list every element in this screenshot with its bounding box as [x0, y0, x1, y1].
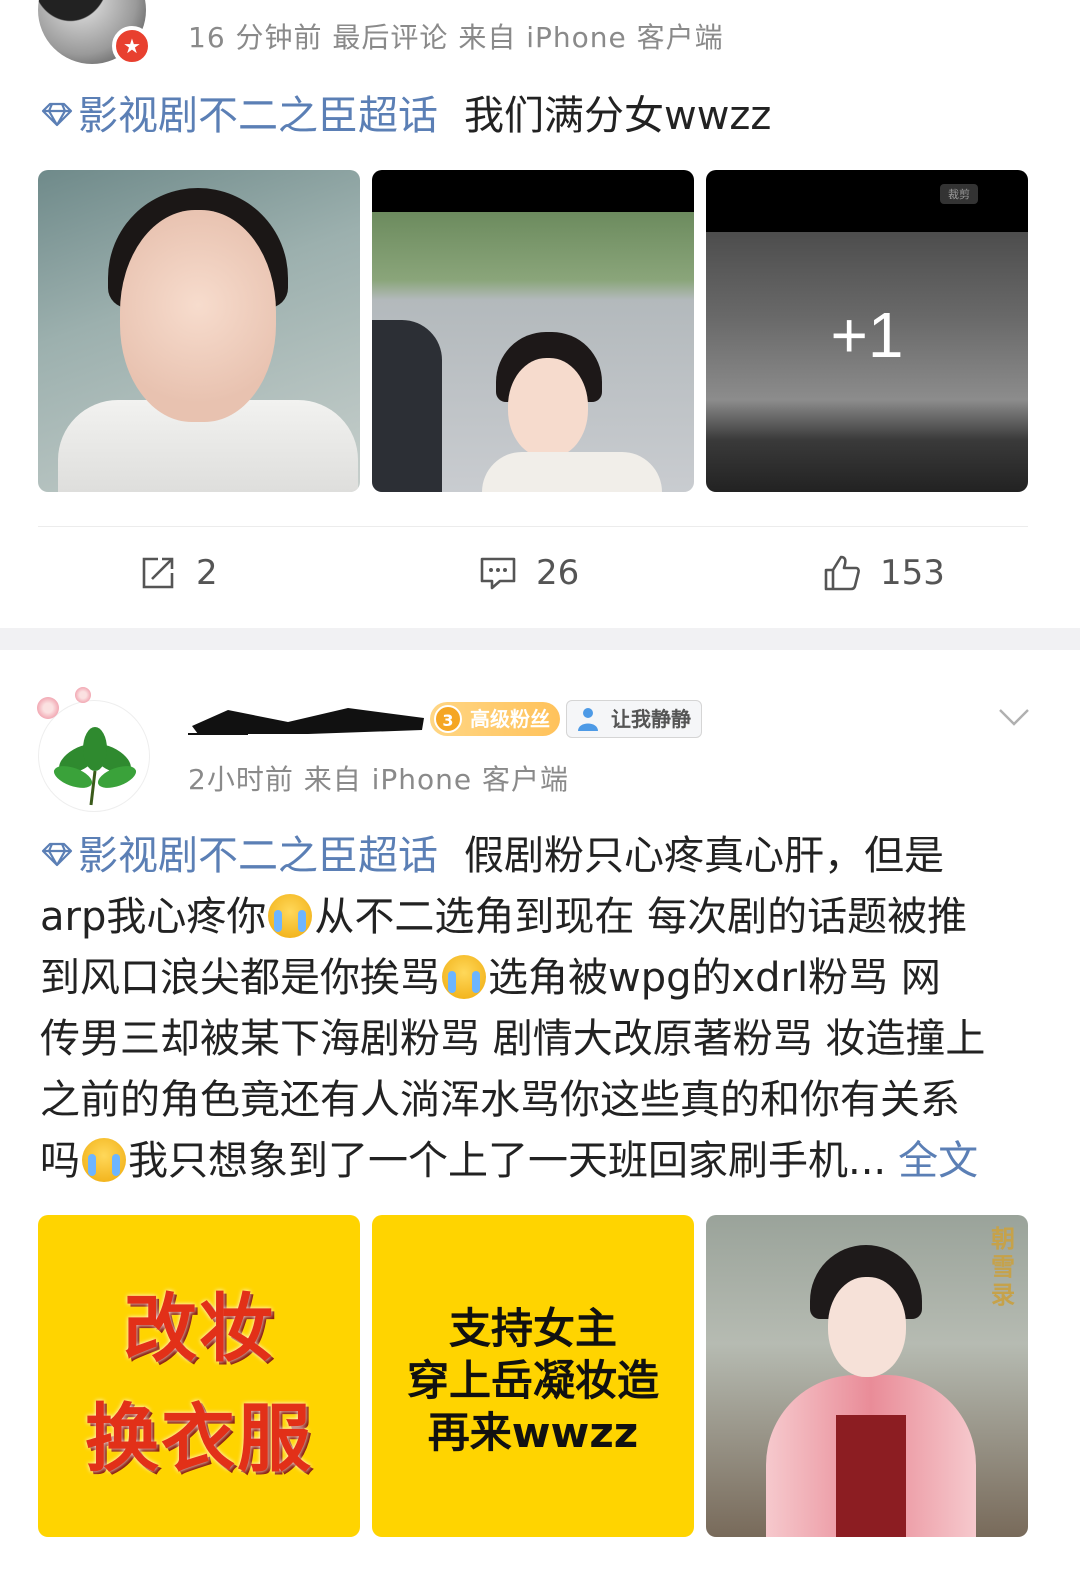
text-line: 传男三却被某下海剧粉骂 剧情大改原著粉骂 妆造撞上: [40, 1016, 986, 1062]
post-image-2[interactable]: 支持女主 穿上岳凝妆造 再来wwzz: [372, 1215, 694, 1537]
post-text: 影视剧不二之臣超话 假剧粉只心疼真心肝，但是 arp我心疼你 从不二选角到现在 每次…: [40, 826, 1030, 1192]
post-meta: 16 分钟前 最后评论 来自 iPhone 客户端: [188, 21, 724, 54]
text-line: 假剧粉只心疼真心肝，但是: [464, 833, 944, 879]
repost-button[interactable]: 2: [138, 548, 218, 598]
text-line: 到风口浪尖都是你挨骂: [40, 955, 440, 1001]
post-image-3[interactable]: 裁剪 +1: [706, 170, 1028, 492]
image-grid: 改妆 换衣服 支持女主 穿上岳凝妆造 再来wwzz 朝雪录: [38, 1215, 1028, 1537]
diamond-icon: [41, 102, 73, 127]
like-button[interactable]: 153: [822, 548, 945, 598]
text-line: 吗: [40, 1138, 80, 1184]
verified-badge-icon: ★: [112, 26, 152, 66]
post-image-2[interactable]: [372, 170, 694, 492]
fan-level: 3: [434, 705, 462, 733]
like-count: 153: [880, 553, 945, 593]
post-meta: 2小时前 来自 iPhone 客户端: [188, 763, 570, 796]
poster-line: 支持女主: [448, 1304, 617, 1353]
crying-emoji-icon: [82, 1138, 126, 1182]
post-image-1[interactable]: [38, 170, 360, 492]
post-text: 我们满分女wwzz: [464, 93, 772, 139]
poster-line: 再来wwzz: [427, 1408, 639, 1457]
expand-full-text-link[interactable]: 全文: [898, 1138, 978, 1184]
crying-emoji-icon: [442, 955, 486, 999]
quiet-mode-badge[interactable]: 让我静静: [566, 700, 702, 738]
text-line: 选角被wpg的xdrl粉骂 网: [488, 955, 941, 1001]
fan-badge-label: 高级粉丝: [470, 707, 550, 731]
poster-text: 支持女主 穿上岳凝妆造 再来wwzz: [372, 1303, 694, 1459]
like-icon: [824, 555, 860, 591]
feed-separator: [0, 628, 1080, 650]
comment-icon: [480, 557, 516, 590]
repost-icon: [142, 557, 174, 589]
comment-button[interactable]: 26: [478, 548, 579, 598]
divider: [38, 526, 1028, 527]
poster-text: 改妆: [123, 1286, 275, 1372]
crying-emoji-icon: [268, 894, 313, 938]
poster-text: 换衣服: [85, 1396, 313, 1482]
post-image-1[interactable]: 改妆 换衣服: [38, 1215, 360, 1537]
username-redacted[interactable]: [188, 700, 428, 736]
avatar[interactable]: [37, 687, 150, 812]
fan-level-badge[interactable]: 3 高级粉丝: [430, 702, 560, 736]
comment-count: 26: [536, 553, 580, 593]
image-grid: 裁剪 +1: [38, 170, 1028, 492]
poster-line: 穿上岳凝妆造: [406, 1356, 659, 1405]
repost-count: 2: [196, 553, 218, 593]
post-card-1: ★ 16 分钟前 最后评论 来自 iPhone 客户端 影视剧不二之臣超话 我们满…: [0, 0, 1080, 628]
more-images-count: +1: [830, 299, 904, 371]
text-line: 之前的角色竟还有人淌浑水骂你这些真的和你有关系: [40, 1077, 960, 1123]
topic-link[interactable]: 影视剧不二之臣超话: [78, 93, 438, 139]
calligraphy-title: 朝雪录: [991, 1224, 1015, 1309]
post-card-2: 3 高级粉丝 让我静静 2小时前 来自 iPhone 客户端 影视剧不二之臣超话…: [0, 650, 1080, 1591]
person-icon: [578, 708, 598, 731]
text-line: 我只想象到了一个上了一天班回家刷手机...: [128, 1138, 887, 1184]
post-content: 影视剧不二之臣超话 我们满分女wwzz: [40, 86, 771, 146]
post-image-3[interactable]: 朝雪录: [706, 1215, 1028, 1537]
text-line: 从不二选角到现在 每次剧的话题被推: [314, 894, 968, 940]
text-line: arp我心疼你: [40, 894, 267, 940]
topic-link[interactable]: 影视剧不二之臣超话: [78, 833, 438, 879]
quiet-label: 让我静静: [611, 707, 691, 731]
action-bar: 2 26 153: [0, 548, 1080, 598]
diamond-icon: [41, 842, 73, 867]
chevron-down-icon[interactable]: [996, 698, 1032, 734]
